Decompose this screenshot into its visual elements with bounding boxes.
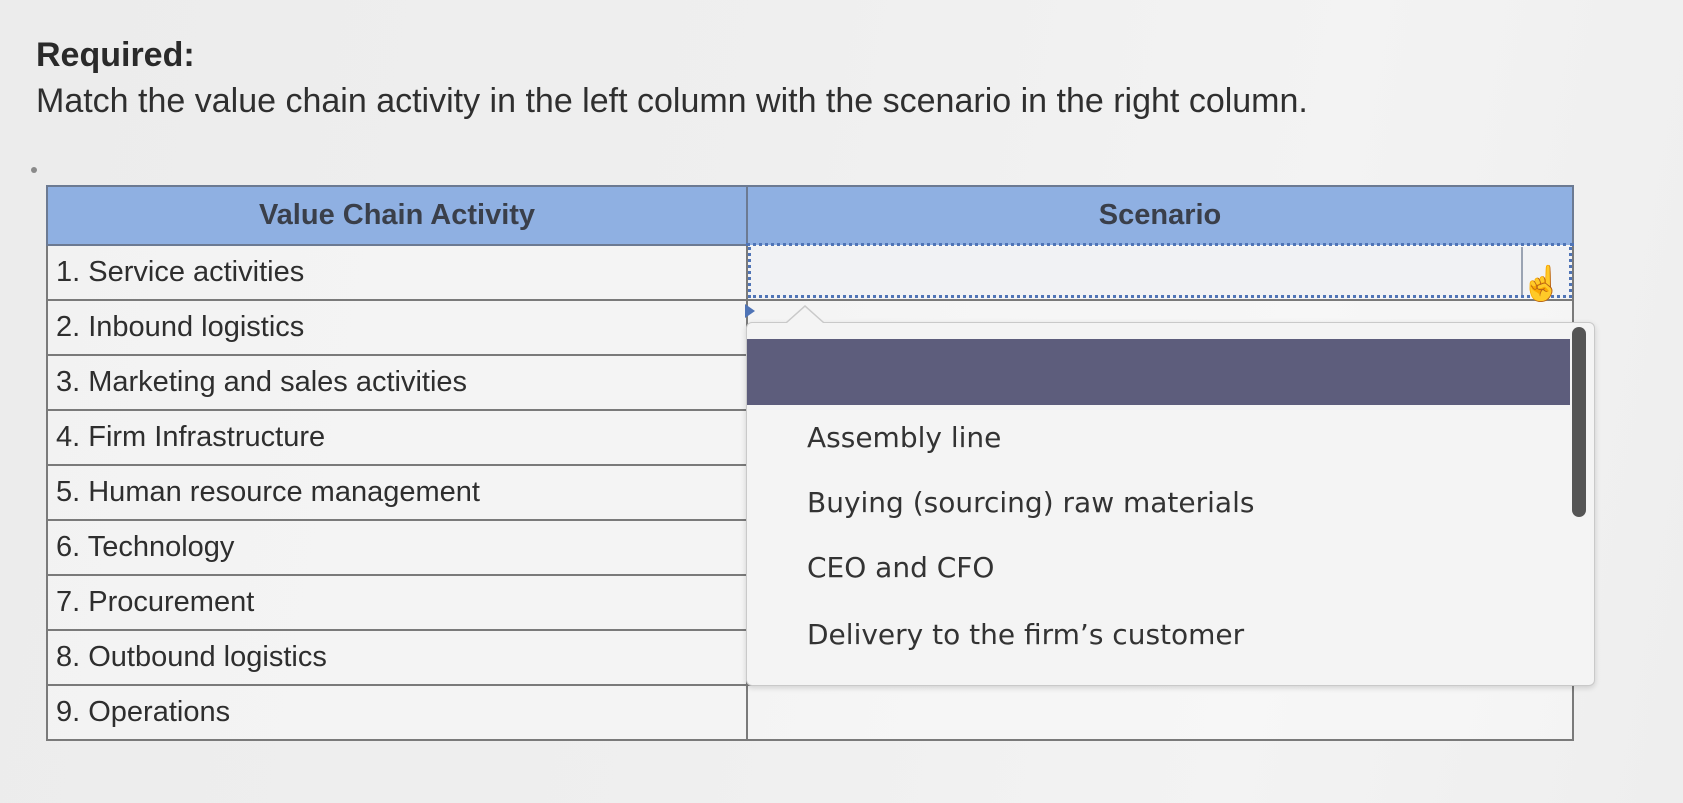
table-header-row: Value Chain Activity Scenario xyxy=(46,185,1574,246)
dropdown-option[interactable]: CEO and CFO xyxy=(807,551,994,584)
column-header-scenario: Scenario xyxy=(746,185,1574,246)
dropdown-option[interactable]: Assembly line xyxy=(807,421,1001,454)
activity-cell: 3. Marketing and sales activities xyxy=(46,354,748,411)
required-heading: Required: xyxy=(36,36,195,74)
dropdown-scrollbar[interactable] xyxy=(1572,327,1586,517)
dropdown-option-blank[interactable] xyxy=(747,339,1570,405)
focus-marker-icon xyxy=(745,304,755,318)
decorative-dot xyxy=(31,167,37,173)
activity-cell: 9. Operations xyxy=(46,684,748,741)
activity-cell: 1. Service activities xyxy=(46,243,748,301)
activity-cell: 5. Human resource management xyxy=(46,464,748,521)
dropdown-notch-fill xyxy=(787,307,823,323)
scenario-dropdown-list[interactable]: Assembly line Buying (sourcing) raw mate… xyxy=(746,305,1595,686)
scenario-cell[interactable]: ☝ xyxy=(746,243,1574,303)
scenario-cell[interactable] xyxy=(746,684,1574,741)
dropdown-option[interactable]: Delivery to the firm’s customer xyxy=(807,618,1244,651)
activity-cell: 8. Outbound logistics xyxy=(46,629,748,686)
activity-cell: 4. Firm Infrastructure xyxy=(46,409,748,466)
column-header-activity: Value Chain Activity xyxy=(46,185,748,246)
table-row: 1. Service activities ☝ xyxy=(46,243,1574,303)
instruction-text: Match the value chain activity in the le… xyxy=(36,82,1308,120)
table-row: 9. Operations xyxy=(46,684,1574,741)
activity-cell: 2. Inbound logistics xyxy=(46,299,748,356)
activity-cell: 7. Procurement xyxy=(46,574,748,631)
scenario-select-1[interactable]: ☝ xyxy=(748,247,1572,303)
hand-pointer-icon: ☝ xyxy=(1520,265,1563,303)
dropdown-option[interactable]: Buying (sourcing) raw materials xyxy=(807,486,1254,519)
activity-cell: 6. Technology xyxy=(46,519,748,576)
